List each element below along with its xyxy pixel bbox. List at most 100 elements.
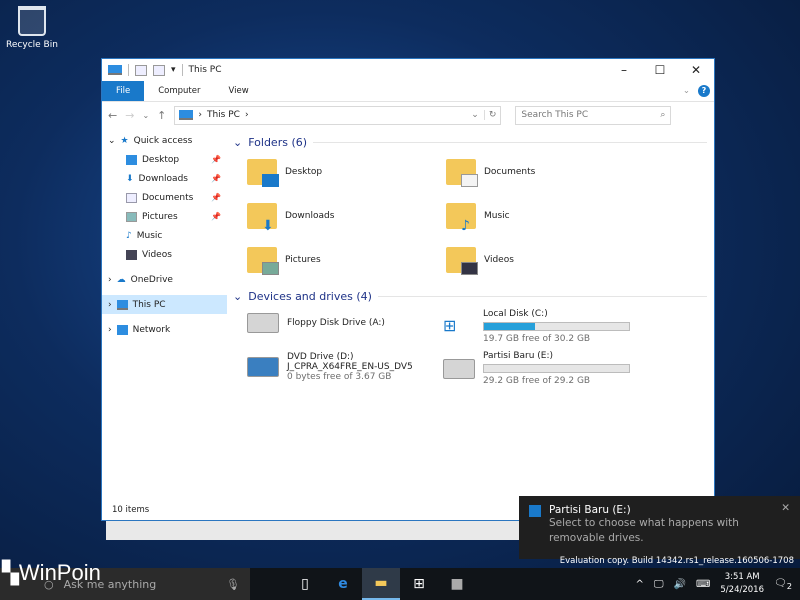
properties-icon[interactable] <box>135 64 147 76</box>
taskbar: ○ Ask me anything 🎙 ▯ e ▬ ⊞ ■ ^ 🖵 🔊 ⌨ 3:51… <box>0 568 800 600</box>
nav-desktop[interactable]: Desktop 📌 <box>102 150 227 169</box>
removable-drive-icon <box>443 358 475 379</box>
star-icon: ★ <box>120 135 129 146</box>
action-center-icon[interactable]: 🗨2 <box>774 578 792 591</box>
recent-locations-button[interactable]: ⌄ <box>142 111 149 120</box>
autoplay-notification[interactable]: ✕ Partisi Baru (E:) Select to choose wha… <box>519 496 800 559</box>
task-view-button[interactable]: ▯ <box>286 568 324 600</box>
music-icon: ♪ <box>126 230 132 241</box>
recycle-bin[interactable]: Recycle Bin <box>4 6 60 50</box>
floppy-drive-icon <box>247 313 279 333</box>
search-input[interactable]: Search This PC ⌕ <box>515 105 672 125</box>
pin-icon: 📌 <box>211 193 221 202</box>
computer-icon <box>179 110 194 120</box>
app-icon[interactable]: ■ <box>438 568 476 600</box>
folder-icon: ⬇ <box>247 203 277 234</box>
address-dropdown-icon[interactable]: ⌄ <box>471 110 479 120</box>
nav-pictures[interactable]: Pictures 📌 <box>102 207 227 226</box>
pin-icon: 📌 <box>211 155 221 164</box>
nav-music[interactable]: ♪ Music <box>102 226 227 245</box>
search-icon: ⌕ <box>660 110 666 120</box>
explorer-window: ▾ This PC – ☐ ✕ File Computer View ⌄ ? ← →… <box>101 58 715 521</box>
show-hidden-icons[interactable]: ^ <box>635 579 643 590</box>
nav-network[interactable]: › Network <box>102 320 227 339</box>
address-input[interactable]: › This PC › ⌄ ↻ <box>174 105 502 125</box>
minimize-button[interactable]: – <box>606 63 642 77</box>
keyboard-icon[interactable]: ⌨ <box>696 579 710 590</box>
nav-quick-access[interactable]: ⌄ ★ Quick access <box>102 131 227 150</box>
item-count: 10 items <box>112 505 150 515</box>
computer-icon <box>116 299 128 310</box>
notification-title: Partisi Baru (E:) <box>549 504 631 516</box>
drive-c-usage-bar <box>483 322 630 331</box>
pictures-icon <box>126 211 137 222</box>
folder-icon: ♪ <box>446 203 476 234</box>
ribbon-tabs: File Computer View ⌄ ? <box>102 81 714 102</box>
expand-ribbon-icon[interactable]: ⌄ <box>683 86 690 96</box>
content-pane: ⌄ Folders (6) Desktop Documents ⬇ Download… <box>229 129 715 499</box>
microphone-icon[interactable]: 🎙 <box>226 578 240 591</box>
drive-partisi-e[interactable]: Partisi Baru (E:) 29.2 GB free of 29.2 GB <box>443 351 630 386</box>
folder-pictures[interactable]: Pictures <box>247 247 321 275</box>
store-icon[interactable]: ⊞ <box>400 568 438 600</box>
forward-button[interactable]: → <box>125 109 134 122</box>
new-folder-icon[interactable] <box>153 64 165 76</box>
tab-computer[interactable]: Computer <box>144 81 214 101</box>
file-explorer-icon[interactable]: ▬ <box>362 568 400 600</box>
nav-this-pc[interactable]: › This PC <box>102 295 227 314</box>
evaluation-watermark: Evaluation copy. Build 14342.rs1_release… <box>559 556 794 566</box>
computer-icon <box>108 65 122 75</box>
clock[interactable]: 3:51 AM 5/24/2016 <box>720 571 764 597</box>
notification-body: Select to choose what happens with remov… <box>549 517 739 544</box>
tab-file[interactable]: File <box>102 81 145 101</box>
pin-icon: 📌 <box>211 212 221 221</box>
breadcrumb-this-pc[interactable]: This PC <box>207 110 240 120</box>
address-bar-row: ← → ⌄ ↑ › This PC › ⌄ ↻ Search This PC ⌕ <box>102 102 714 128</box>
maximize-button[interactable]: ☐ <box>642 63 678 77</box>
document-icon <box>126 192 137 203</box>
system-tray: ^ 🖵 🔊 ⌨ 3:51 AM 5/24/2016 🗨2 <box>635 571 800 597</box>
drive-local-c[interactable]: ⊞ Local Disk (C:) 19.7 GB free of 30.2 GB <box>443 309 630 344</box>
nav-onedrive[interactable]: › ☁ OneDrive <box>102 270 227 289</box>
recycle-bin-label: Recycle Bin <box>6 40 58 50</box>
folder-desktop[interactable]: Desktop <box>247 159 322 187</box>
folder-videos[interactable]: Videos <box>446 247 514 275</box>
drive-e-usage-bar <box>483 364 630 373</box>
close-button[interactable]: ✕ <box>678 63 714 77</box>
drives-group-header[interactable]: ⌄ Devices and drives (4) <box>229 287 715 305</box>
customize-quick-access-icon[interactable]: ▾ <box>171 65 176 75</box>
folder-icon <box>247 247 279 275</box>
pin-icon: 📌 <box>211 174 221 183</box>
desktop-icon <box>126 154 137 165</box>
close-notification-icon[interactable]: ✕ <box>781 502 790 514</box>
drive-icon <box>529 505 541 517</box>
cloud-icon: ☁ <box>116 274 126 285</box>
folder-icon <box>446 247 478 275</box>
drive-dvd-d[interactable]: DVD Drive (D:) J_CPRA_X64FRE_EN-US_DV5 0 b… <box>247 352 413 382</box>
nav-videos[interactable]: Videos <box>102 245 227 264</box>
back-button[interactable]: ← <box>108 109 117 122</box>
folder-downloads[interactable]: ⬇ Downloads <box>247 203 334 234</box>
network-icon[interactable]: 🖵 <box>654 579 664 590</box>
edge-icon[interactable]: e <box>324 568 362 600</box>
folder-music[interactable]: ♪ Music <box>446 203 510 234</box>
download-icon: ⬇ <box>126 173 134 184</box>
up-button[interactable]: ↑ <box>157 109 166 122</box>
dvd-drive-icon <box>247 357 279 377</box>
refresh-icon[interactable]: ↻ <box>483 110 496 120</box>
tab-view[interactable]: View <box>215 81 263 101</box>
drive-floppy-a[interactable]: Floppy Disk Drive (A:) <box>247 313 385 333</box>
folder-documents[interactable]: Documents <box>446 159 535 187</box>
window-title: This PC <box>188 65 222 75</box>
folders-group-header[interactable]: ⌄ Folders (6) <box>229 133 715 151</box>
nav-documents[interactable]: Documents 📌 <box>102 188 227 207</box>
winpoin-logo: ▚WinPoin <box>2 560 101 585</box>
windows-drive-icon: ⊞ <box>443 316 475 337</box>
videos-icon <box>126 249 137 260</box>
help-icon[interactable]: ? <box>698 85 710 97</box>
volume-icon[interactable]: 🔊 <box>674 579 686 590</box>
nav-downloads[interactable]: ⬇ Downloads 📌 <box>102 169 227 188</box>
navigation-pane: ⌄ ★ Quick access Desktop 📌 ⬇ Downloads 📌 Docu… <box>102 129 227 499</box>
recycle-bin-icon <box>18 6 46 36</box>
network-icon <box>116 324 128 335</box>
